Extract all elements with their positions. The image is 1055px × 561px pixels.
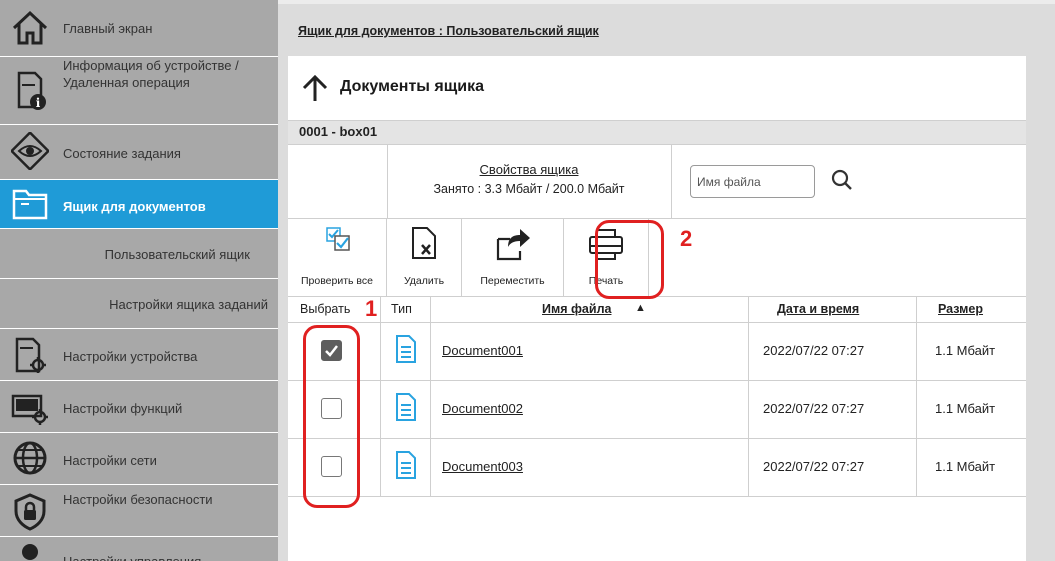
sidebar-item-label: Настройки устройства [63, 349, 198, 364]
top-strip [278, 0, 1055, 4]
move-button[interactable]: Переместить [462, 219, 564, 296]
sidebar-item-job-box-settings[interactable]: Настройки ящика заданий [0, 279, 278, 329]
file-name-link[interactable]: Document003 [442, 459, 523, 474]
svg-text:i: i [36, 96, 41, 110]
sidebar-item-function-settings[interactable]: Настройки функций [0, 381, 278, 433]
sidebar-item-label: Ящик для документов [63, 199, 206, 214]
header-select: Выбрать [300, 302, 351, 316]
filename-search-input[interactable] [690, 165, 815, 198]
sidebar-item-device-info[interactable]: i Информация об устройстве / Удаленная о… [0, 57, 278, 125]
sidebar-item-label: Настройки сети [63, 453, 157, 468]
file-size: 1.1 Мбайт [935, 459, 996, 474]
header-size[interactable]: Размер [938, 302, 983, 316]
header-type: Тип [391, 302, 412, 316]
up-arrow-icon[interactable] [302, 74, 328, 107]
table-row[interactable]: Document001 2022/07/22 07:27 1.1 Мбайт [288, 323, 1026, 381]
sidebar-item-label: Настройки функций [63, 401, 183, 416]
sidebar-item-label: Информация об устройстве / Удаленная опе… [63, 58, 239, 90]
document-icon [396, 335, 416, 368]
sidebar-item-label: Главный экран [63, 21, 153, 36]
file-size: 1.1 Мбайт [935, 343, 996, 358]
sidebar-item-document-box[interactable]: Ящик для документов [0, 180, 278, 229]
sort-asc-icon[interactable]: ▲ [635, 302, 646, 314]
box-usage: Занято : 3.3 Мбайт / 200.0 Мбайт [433, 182, 625, 196]
file-name-link[interactable]: Document001 [442, 343, 523, 358]
sidebar-item-label: Состояние задания [63, 146, 181, 161]
callout-number-1: 1 [365, 296, 378, 321]
file-date: 2022/07/22 07:27 [763, 459, 865, 474]
file-name-link[interactable]: Document002 [442, 401, 523, 416]
delete-label: Удалить [403, 275, 445, 287]
device-info-icon: i [10, 71, 50, 111]
sidebar-item-user-box[interactable]: Пользовательский ящик [0, 229, 278, 279]
main-content: Ящик для документов : Пользовательский я… [278, 0, 1055, 561]
document-icon [396, 393, 416, 426]
info-spacer [288, 144, 388, 218]
globe-icon [10, 438, 50, 478]
shield-icon [10, 492, 50, 532]
sidebar-item-label: Пользовательский ящик [104, 247, 250, 262]
folder-icon [10, 184, 50, 224]
table-row[interactable]: Document002 2022/07/22 07:27 1.1 Мбайт [288, 381, 1026, 439]
sidebar-item-management-settings[interactable]: Настройки управления [0, 537, 278, 561]
sidebar-item-label: Настройки ящика заданий [109, 297, 268, 312]
device-settings-icon [10, 335, 50, 375]
sidebar-item-label: Настройки управления [63, 553, 201, 561]
file-date: 2022/07/22 07:27 [763, 401, 865, 416]
move-label: Переместить [480, 275, 545, 287]
sidebar-item-network-settings[interactable]: Настройки сети [0, 433, 278, 485]
move-icon [496, 229, 530, 261]
check-all-label: Проверить все [301, 275, 373, 287]
box-info: Свойства ящика Занято : 3.3 Мбайт / 200.… [387, 144, 672, 218]
sidebar-item-job-status[interactable]: Состояние задания [0, 125, 278, 180]
file-date: 2022/07/22 07:27 [763, 343, 865, 358]
check-all-icon [326, 227, 350, 251]
function-settings-icon [10, 387, 50, 427]
callout-number-2: 2 [680, 226, 693, 251]
search-icon[interactable] [831, 169, 853, 196]
header-filename[interactable]: Имя файла [542, 302, 611, 316]
sidebar: Главный экран i Информация об устройстве… [0, 0, 278, 561]
delete-icon [412, 227, 436, 259]
box-name: 0001 - box01 [299, 124, 378, 139]
callout-highlight-checkboxes [303, 325, 360, 508]
file-size: 1.1 Мбайт [935, 401, 996, 416]
header-datetime[interactable]: Дата и время [777, 302, 859, 316]
eye-icon [10, 131, 50, 171]
box-name-bar: 0001 - box01 [288, 120, 1026, 145]
document-icon [396, 451, 416, 484]
sidebar-item-device-settings[interactable]: Настройки устройства [0, 329, 278, 381]
document-box-panel: Документы ящика 0001 - box01 Свойства ящ… [288, 56, 1026, 561]
sidebar-item-security-settings[interactable]: Настройки безопасности [0, 485, 278, 537]
sidebar-item-home[interactable]: Главный экран [0, 0, 278, 57]
check-all-button[interactable]: Проверить все [288, 219, 387, 296]
right-margin [1026, 56, 1055, 561]
callout-highlight-print [595, 220, 664, 299]
table-row[interactable]: Document003 2022/07/22 07:27 1.1 Мбайт [288, 439, 1026, 497]
breadcrumb[interactable]: Ящик для документов : Пользовательский я… [298, 24, 599, 38]
delete-button[interactable]: Удалить [387, 219, 462, 296]
user-icon [10, 540, 50, 561]
home-icon [10, 8, 50, 48]
box-properties-link[interactable]: Свойства ящика [387, 162, 671, 177]
sidebar-item-label: Настройки безопасности [63, 492, 213, 507]
box-info-row: Свойства ящика Занято : 3.3 Мбайт / 200.… [288, 144, 1026, 219]
page-title: Документы ящика [340, 78, 484, 95]
